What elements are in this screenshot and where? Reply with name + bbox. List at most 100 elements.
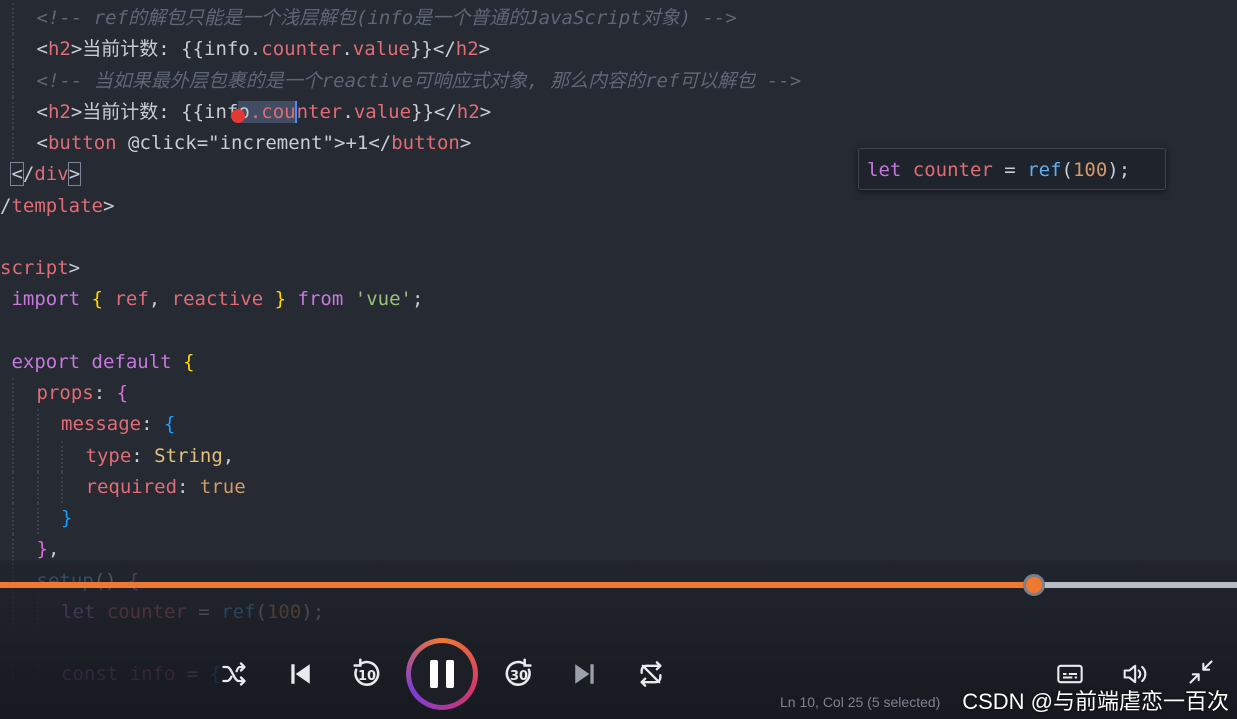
repeat-button[interactable] <box>635 658 667 690</box>
editor-status-bar: Ln 10, Col 25 (5 selected) <box>780 694 941 710</box>
code-token: @click <box>128 132 197 154</box>
indent-guide <box>12 409 14 441</box>
code-token: h2 <box>455 38 479 61</box>
code-token: ( <box>1061 159 1073 181</box>
code-token: = <box>992 159 1028 181</box>
indent-guide <box>36 440 39 472</box>
code-token: "increment" <box>208 132 334 154</box>
pause-button[interactable] <box>406 638 478 710</box>
code-token: </ <box>368 132 392 154</box>
code-token: } <box>274 288 287 311</box>
shuffle-icon <box>222 662 246 686</box>
indent-guide <box>12 128 14 159</box>
forward-button[interactable]: 30 <box>501 656 537 692</box>
code-token: ref <box>1027 159 1062 181</box>
code-token: <!-- ref的解包只能是一个浅层解包(info是一个普通的JavaScrip… <box>36 7 737 29</box>
hover-tooltip: let counter = ref(100); <box>858 148 1166 190</box>
code-token: counter <box>912 159 993 181</box>
code-token: import <box>11 288 81 311</box>
indent-guide <box>36 503 39 534</box>
code-token: required <box>85 475 178 498</box>
code-token: o <box>231 100 250 123</box>
code-token: { <box>116 382 129 404</box>
code-token: > <box>68 257 81 279</box>
code-line-content: <h2>当前计数: {{info.counter.value}}</h2> <box>36 97 492 128</box>
code-token: ); <box>1107 159 1131 181</box>
code-line-content: <!-- 当如果最外层包裹的是一个reactive可响应式对象, 那么内容的re… <box>37 66 802 97</box>
code-token: +1 <box>345 132 369 154</box>
code-token: < <box>36 100 48 123</box>
code-token: : <box>93 382 117 404</box>
next-button[interactable] <box>569 658 601 690</box>
code-line-content: <h2>当前计数: {{info.counter.value}}</h2> <box>37 34 491 65</box>
code-token: } <box>36 538 48 561</box>
indent-guide <box>12 503 14 534</box>
code-token: type <box>85 444 132 467</box>
code-token: reactive <box>171 288 264 311</box>
code-token: .cou <box>249 100 296 123</box>
code-token: export <box>11 350 81 373</box>
code-token: > <box>102 194 115 217</box>
code-token: . <box>342 100 354 123</box>
progress-scrubber-handle[interactable] <box>1023 574 1045 596</box>
code-line-content: import { ref, reactive } from 'vue'; <box>0 284 423 315</box>
code-token: counter <box>261 38 342 61</box>
indent-guide <box>36 409 39 441</box>
code-line-content: script> <box>0 253 80 284</box>
code-line-content: /template> <box>0 191 114 222</box>
code-line-content: required: true <box>86 472 246 503</box>
code-token: , <box>148 288 172 311</box>
code-token: : <box>177 475 200 498</box>
indent-guide <box>36 471 39 503</box>
code-token: true <box>199 475 246 498</box>
code-token: button <box>47 132 117 154</box>
code-token: { <box>91 288 103 311</box>
code-token: 当前计数: {{info. <box>82 38 262 61</box>
code-token: nter <box>296 100 343 123</box>
code-token: String <box>154 444 223 467</box>
rewind-button[interactable]: 10 <box>348 656 384 692</box>
previous-button[interactable] <box>284 658 316 690</box>
code-token: value <box>353 100 412 123</box>
code-line-content: message: { <box>61 409 175 440</box>
rewind-seconds-label: 10 <box>358 669 377 684</box>
progress-played <box>0 582 1034 588</box>
indent-guide <box>12 65 14 97</box>
code-token: h2 <box>47 38 71 61</box>
code-token: 100 <box>1072 159 1108 181</box>
code-line-content: <button @click="increment">+1</button> <box>37 128 472 159</box>
code-token: message <box>61 413 142 436</box>
code-token: let <box>867 159 902 181</box>
indent-guide <box>12 471 14 503</box>
code-token: default <box>91 350 172 373</box>
indent-guide <box>12 440 14 472</box>
shuffle-button[interactable] <box>218 658 250 690</box>
code-token: div <box>34 163 69 186</box>
code-token: props <box>36 382 94 404</box>
next-icon <box>575 664 594 684</box>
code-token: 'vue' <box>354 288 412 311</box>
code-token: < <box>36 132 48 154</box>
indent-guide <box>12 34 14 66</box>
indent-guide <box>61 440 63 472</box>
code-line-content: export default { <box>0 347 194 378</box>
code-line-content: props: { <box>37 378 129 409</box>
code-token: 当前计数: {{inf <box>82 100 239 123</box>
code-token: button <box>391 132 460 154</box>
pause-button-inner <box>411 643 473 705</box>
code-token: > <box>479 100 492 123</box>
code-line-content: <!-- ref的解包只能是一个浅层解包(info是一个普通的JavaScrip… <box>37 3 737 34</box>
code-line-content: type: String, <box>86 441 235 472</box>
code-token: < <box>36 38 48 61</box>
code-token: ref <box>114 288 149 311</box>
code-token: <!-- 当如果最外层包裹的是一个reactive可响应式对象, 那么内容的re… <box>36 69 802 92</box>
code-token: }} <box>409 38 433 61</box>
code-token: from <box>297 288 344 311</box>
code-token: : <box>141 413 164 436</box>
watermark: CSDN @与前端虐恋一百次 <box>962 689 1229 714</box>
code-token: template <box>11 194 103 217</box>
